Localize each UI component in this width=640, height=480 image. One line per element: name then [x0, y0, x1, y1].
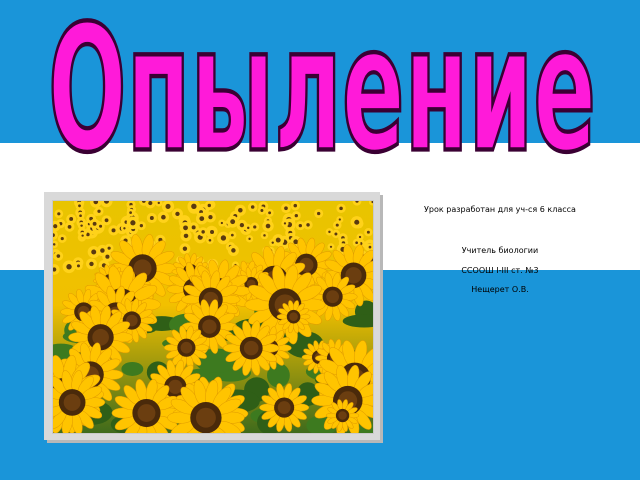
- slide-title-text: Опыление: [48, 2, 596, 191]
- sunflower-field-image: [52, 200, 374, 434]
- info-line-school: ССООШ I-III ст. №3: [461, 266, 539, 275]
- slide-title: Опыление: [46, 2, 598, 192]
- photo-frame: [44, 192, 380, 440]
- info-line-lesson: Урок разработан для уч-ся 6 класса: [424, 205, 576, 214]
- info-line-author: Нещерет О.В.: [471, 285, 529, 294]
- info-line-teacher: Учитель биологии: [461, 246, 539, 255]
